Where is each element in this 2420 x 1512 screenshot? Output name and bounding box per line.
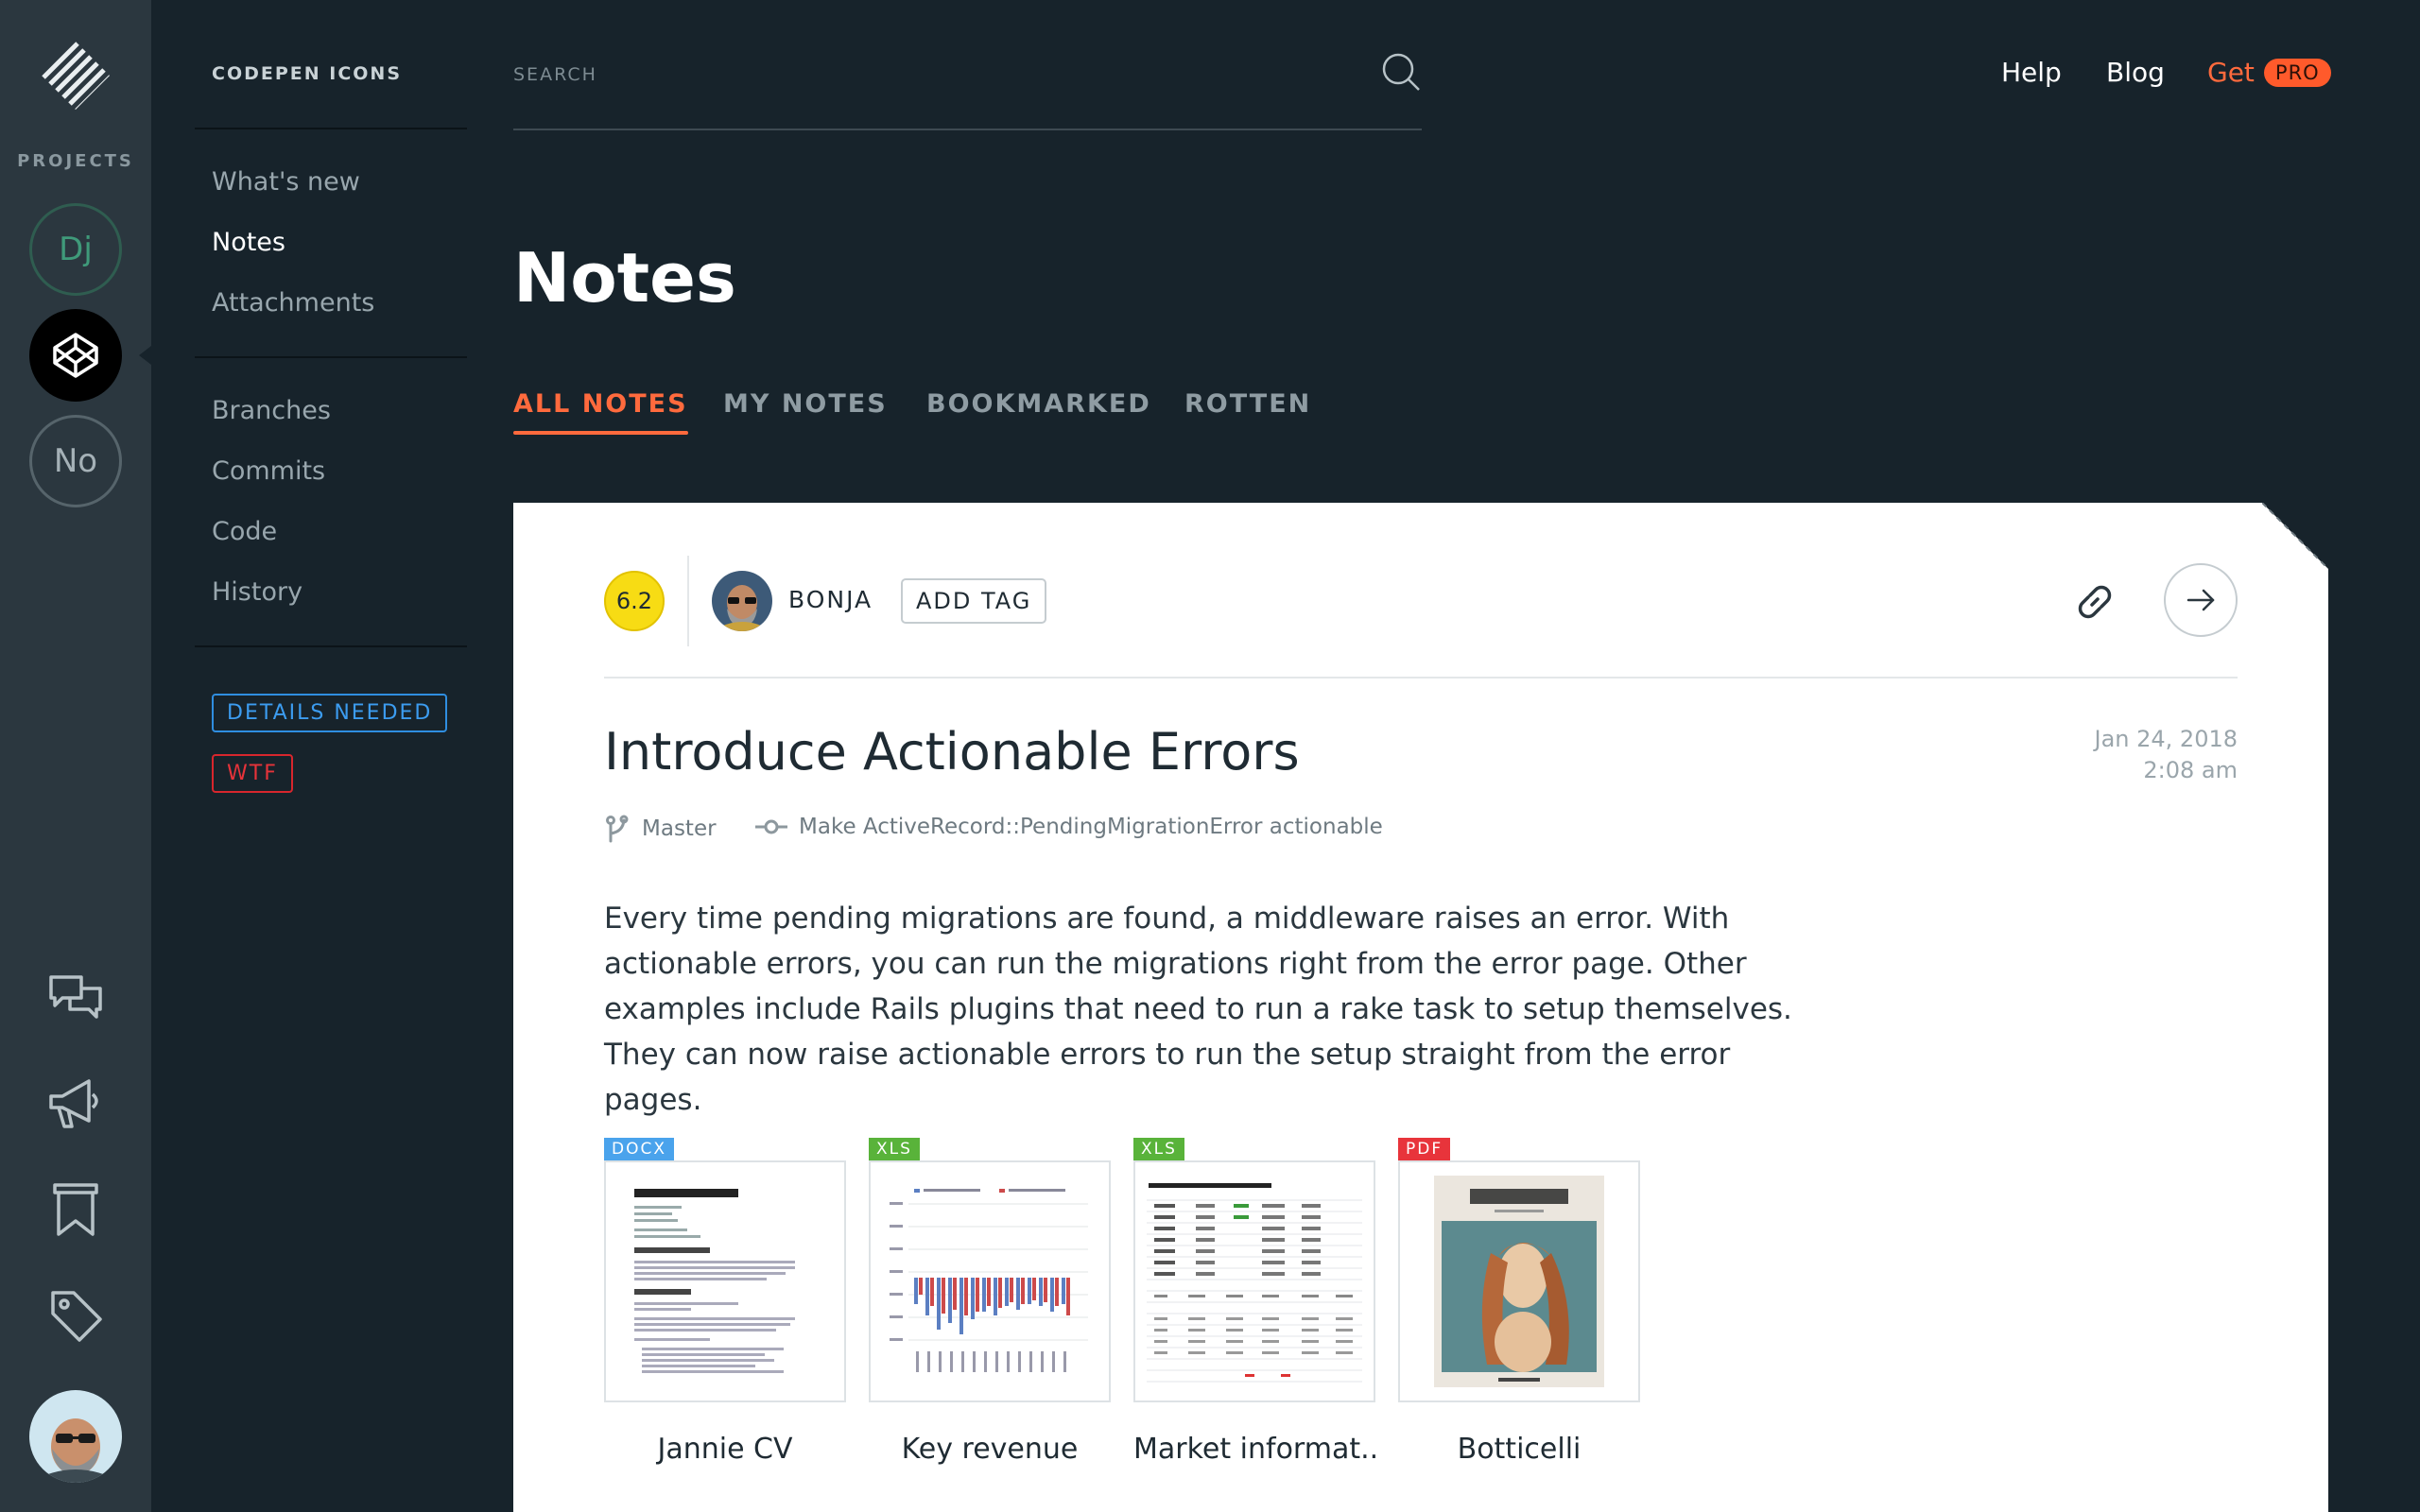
note-body: Every time pending migrations are found,…	[604, 902, 1792, 1117]
attachment-name: Market informat...	[1133, 1433, 1375, 1466]
attachment-name: Botticelli	[1457, 1433, 1582, 1466]
active-indicator	[139, 346, 151, 365]
project-initials: No	[53, 442, 98, 480]
file-type-badge: PDF	[1398, 1138, 1451, 1160]
attachment-thumbnail	[869, 1160, 1111, 1402]
attachment-thumbnail	[1398, 1160, 1640, 1402]
tab-all-notes[interactable]: ALL NOTES	[513, 389, 688, 435]
card-fold	[2262, 503, 2328, 569]
blog-link[interactable]: Blog	[2106, 57, 2165, 88]
tag-details-needed[interactable]: DETAILS NEEDED	[212, 694, 448, 732]
bookmark-icon[interactable]	[45, 1179, 106, 1240]
author-avatar[interactable]	[712, 571, 772, 631]
pro-badge: PRO	[2263, 58, 2331, 87]
attachment-thumbnail	[1133, 1160, 1375, 1402]
divider	[195, 356, 467, 358]
get-pro-link[interactable]: Get PRO	[2207, 57, 2331, 88]
project-rail: PROJECTS Dj No	[0, 0, 151, 1512]
file-type-badge: XLS	[869, 1138, 920, 1160]
nav-code[interactable]: Code	[212, 517, 277, 546]
get-label: Get	[2207, 57, 2255, 88]
tag-wtf[interactable]: WTF	[212, 754, 293, 793]
chat-icon[interactable]	[45, 968, 106, 1028]
search-bar	[513, 38, 1422, 130]
tab-bookmarked[interactable]: BOOKMARKED	[926, 389, 1151, 419]
branch-link[interactable]: Master	[604, 815, 717, 843]
attachment-name: Key revenue	[901, 1433, 1079, 1466]
attachment-thumbnail	[604, 1160, 846, 1402]
branch-name: Master	[642, 816, 717, 841]
project-dj[interactable]: Dj	[29, 203, 122, 296]
nav-attachments[interactable]: Attachments	[212, 288, 374, 318]
nav-history[interactable]: History	[212, 577, 302, 607]
note-card: 6.2 BONJA ADD TAG Introduce Actionable E…	[513, 503, 2328, 1512]
nav-branches[interactable]: Branches	[212, 396, 331, 425]
divider	[604, 677, 2238, 679]
help-link[interactable]: Help	[2001, 57, 2062, 88]
search-icon[interactable]	[1380, 51, 1422, 93]
arrow-right-icon	[2187, 589, 2215, 611]
commit-message: Make ActiveRecord::PendingMigrationError…	[799, 815, 1383, 839]
commit-link[interactable]: Make ActiveRecord::PendingMigrationError…	[755, 815, 1383, 839]
page-title: Notes	[513, 238, 736, 318]
divider	[195, 645, 467, 647]
branch-icon	[606, 815, 629, 843]
search-input[interactable]	[513, 64, 1345, 85]
open-note-button[interactable]	[2164, 563, 2238, 637]
score-badge: 6.2	[604, 571, 665, 631]
note-title: Introduce Actionable Errors	[604, 722, 1300, 782]
projects-label: PROJECTS	[17, 151, 134, 171]
tag-icon[interactable]	[45, 1285, 106, 1346]
nav-commits[interactable]: Commits	[212, 456, 325, 486]
divider	[195, 128, 467, 129]
project-name: CODEPEN ICONS	[212, 63, 403, 84]
nav-whats-new[interactable]: What's new	[212, 167, 360, 197]
megaphone-icon[interactable]	[45, 1074, 106, 1134]
tab-rotten[interactable]: ROTTEN	[1184, 389, 1311, 419]
note-date: Jan 24, 2018	[2094, 726, 2238, 752]
note-time: 2:08 am	[2143, 757, 2238, 783]
file-type-badge: XLS	[1133, 1138, 1184, 1160]
project-no[interactable]: No	[29, 415, 122, 507]
user-avatar[interactable]	[29, 1390, 122, 1483]
divider	[687, 556, 689, 646]
add-tag-button[interactable]: ADD TAG	[901, 578, 1047, 624]
logo-icon[interactable]	[38, 38, 113, 113]
link-icon[interactable]	[2073, 580, 2117, 624]
project-codepen[interactable]	[29, 309, 122, 402]
attachment-name: Jannie CV	[657, 1433, 793, 1466]
nav-notes[interactable]: Notes	[212, 228, 285, 257]
commit-icon	[755, 819, 787, 834]
codepen-icon	[53, 333, 98, 378]
tab-my-notes[interactable]: MY NOTES	[723, 389, 888, 419]
author-name[interactable]: BONJA	[788, 586, 873, 613]
project-initials: Dj	[59, 231, 93, 268]
file-type-badge: DOCX	[604, 1138, 674, 1160]
note-timestamp: Jan 24, 2018 2:08 am	[2095, 724, 2238, 786]
